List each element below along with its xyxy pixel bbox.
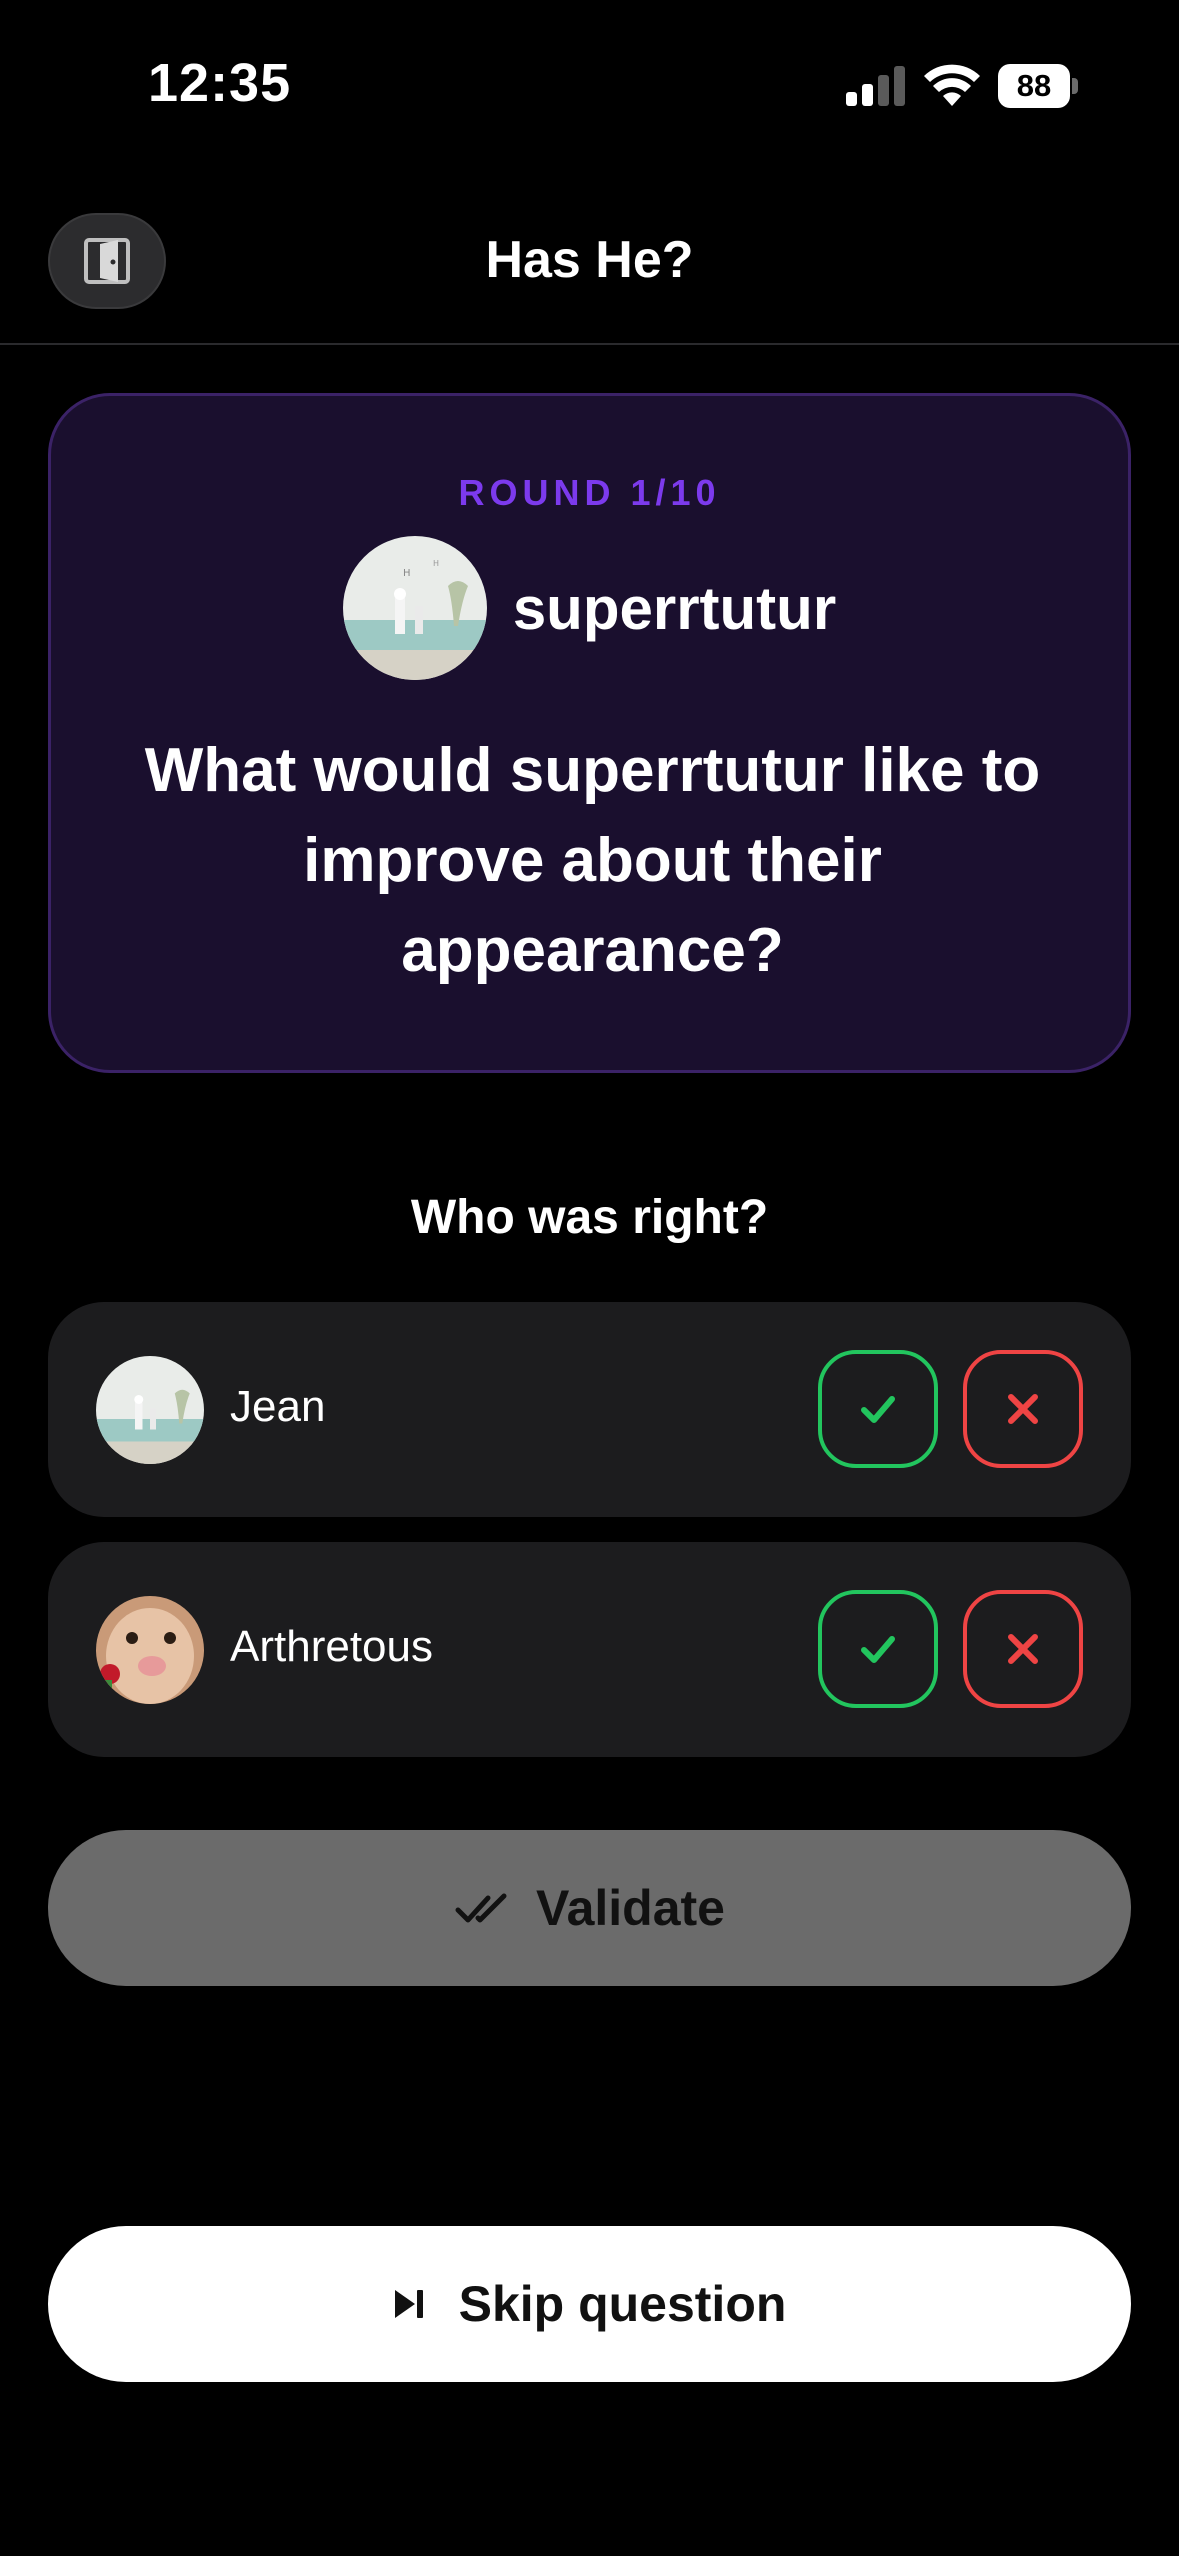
svg-text:H: H: [403, 568, 411, 579]
skip-question-button[interactable]: Skip question: [48, 2226, 1131, 2382]
skip-next-icon: [394, 2290, 423, 2318]
list-item: Arthretous: [48, 1542, 1131, 1757]
avatar: [96, 1596, 204, 1704]
mark-correct-button[interactable]: [818, 1590, 938, 1708]
mark-wrong-button[interactable]: [963, 1350, 1083, 1468]
round-label: ROUND 1/10: [458, 472, 721, 513]
header: Has He?: [0, 175, 1179, 345]
validate-button[interactable]: Validate: [48, 1830, 1131, 1986]
close-icon: [1008, 1394, 1038, 1424]
avatar: [96, 1356, 204, 1464]
wifi-icon: [924, 64, 980, 106]
list-item: Jean: [48, 1302, 1131, 1517]
cellular-signal-icon: [846, 66, 906, 106]
player-name: superrtutur: [512, 574, 837, 642]
round-card: ROUND 1/10 H H superrtutur What would su…: [48, 393, 1131, 1073]
status-bar: 12:35 88: [0, 0, 1179, 175]
player-name: Jean: [230, 1382, 326, 1431]
question-text: What would superrtutur like to improve a…: [144, 736, 1041, 985]
close-icon: [1008, 1634, 1038, 1664]
player-name: Arthretous: [230, 1622, 433, 1671]
validate-label: Validate: [536, 1880, 725, 1936]
status-time: 12:35: [148, 53, 292, 113]
mark-correct-button[interactable]: [818, 1350, 938, 1468]
current-player: H H superrtutur: [51, 536, 1128, 680]
double-check-icon: [455, 1893, 507, 1923]
skip-label: Skip question: [458, 2276, 787, 2332]
who-was-right-label: Who was right?: [410, 1191, 769, 1244]
page-title: Has He?: [485, 231, 694, 289]
battery-level: 88: [998, 64, 1070, 108]
mark-wrong-button[interactable]: [963, 1590, 1083, 1708]
checkmark-icon: [861, 1396, 895, 1423]
checkmark-icon: [861, 1636, 895, 1663]
battery-icon: 88: [998, 64, 1078, 108]
svg-text:H: H: [433, 559, 439, 568]
avatar: H H: [342, 536, 487, 680]
